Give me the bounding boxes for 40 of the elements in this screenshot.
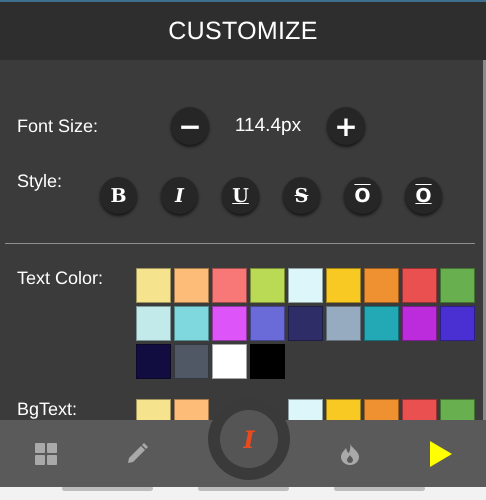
color-swatch[interactable] — [250, 344, 285, 379]
color-swatch[interactable] — [326, 268, 361, 303]
pencil-icon[interactable] — [126, 442, 148, 464]
style-button[interactable]: S — [283, 177, 320, 214]
color-swatch[interactable] — [212, 344, 247, 379]
color-swatch[interactable] — [136, 306, 171, 341]
flame-icon[interactable] — [340, 442, 358, 464]
color-swatch[interactable] — [174, 344, 209, 379]
style-button[interactable]: O — [405, 177, 442, 214]
color-swatch[interactable] — [136, 268, 171, 303]
increase-button[interactable]: + — [327, 107, 365, 145]
screen-title: CUSTOMIZE — [168, 16, 318, 46]
color-swatch[interactable] — [136, 344, 171, 379]
color-swatch[interactable] — [174, 306, 209, 341]
grid-icon[interactable] — [34, 442, 56, 464]
style-button[interactable]: U — [222, 177, 259, 214]
font-size-value: 114.4px — [234, 115, 302, 137]
color-swatch[interactable] — [212, 306, 247, 341]
color-swatch[interactable] — [288, 306, 323, 341]
color-swatch[interactable] — [174, 268, 209, 303]
color-swatch[interactable] — [250, 268, 285, 303]
color-swatch[interactable] — [288, 268, 323, 303]
text-color-label: Text Color: — [17, 268, 104, 289]
style-button[interactable]: B — [100, 177, 137, 214]
font-size-label: Font Size: — [17, 116, 100, 136]
color-swatch[interactable] — [250, 306, 285, 341]
style-button[interactable]: O — [344, 177, 381, 214]
color-swatch[interactable] — [440, 306, 475, 341]
color-swatch[interactable] — [212, 268, 247, 303]
color-swatch[interactable] — [364, 306, 399, 341]
color-swatch[interactable] — [364, 268, 399, 303]
color-swatch[interactable] — [326, 306, 361, 341]
color-swatch[interactable] — [402, 306, 437, 341]
play-icon[interactable] — [428, 440, 452, 468]
decrease-button[interactable]: − — [171, 107, 209, 145]
color-swatch[interactable] — [402, 268, 437, 303]
style-label: Style: — [17, 171, 64, 192]
color-swatch[interactable] — [440, 268, 475, 303]
style-button[interactable]: I — [161, 177, 198, 214]
bg-text-label: BgText: — [17, 399, 78, 420]
